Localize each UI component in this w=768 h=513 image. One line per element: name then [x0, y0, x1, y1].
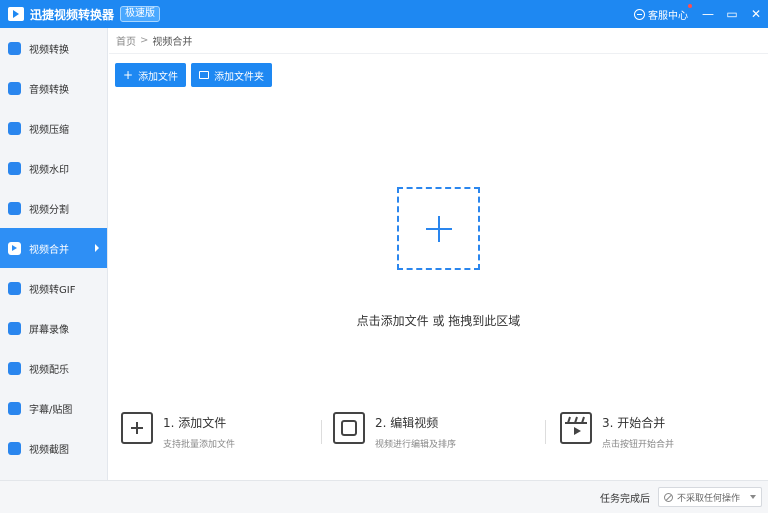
- add-folder-label: 添加文件夹: [214, 71, 265, 83]
- chevron-down-icon: [750, 495, 756, 499]
- gif-icon: [8, 281, 21, 295]
- task-complete-select[interactable]: 不采取任何操作: [658, 487, 762, 507]
- sidebar-item-video-convert[interactable]: 视频转换: [0, 28, 107, 68]
- drop-hint: 点击添加文件 或 拖拽到此区域: [356, 314, 521, 328]
- step-divider: [545, 420, 546, 444]
- step-title: 3. 开始合并: [602, 416, 666, 430]
- sidebar-item-watermark[interactable]: 视频水印: [0, 148, 107, 188]
- toolbar: + 添加文件 添加文件夹: [115, 63, 273, 87]
- sidebar-item-label: 视频压缩: [29, 124, 69, 136]
- sidebar-item-label: 视频合并: [29, 244, 69, 256]
- sidebar-item-split[interactable]: 视频分割: [0, 188, 107, 228]
- audio-convert-icon: [8, 81, 21, 95]
- sidebar-item-label: 字幕/贴图: [29, 404, 73, 416]
- status-bar: 任务完成后 不采取任何操作: [0, 480, 768, 513]
- ban-icon: [664, 492, 673, 502]
- step-desc: 视频进行编辑及排序: [375, 440, 457, 450]
- drop-zone[interactable]: [397, 187, 480, 270]
- plus-icon: [425, 215, 452, 242]
- clapper-icon: [560, 412, 592, 444]
- sidebar-item-label: 视频转GIF: [29, 284, 76, 296]
- service-center-label: 客服中心: [648, 10, 688, 22]
- sidebar-item-label: 音频转换: [29, 84, 69, 96]
- breadcrumb-home[interactable]: 首页: [116, 33, 136, 48]
- sidebar-item-audio-convert[interactable]: 音频转换: [0, 68, 107, 108]
- step-add-file: 1. 添加文件 支持批量添加文件: [121, 408, 235, 450]
- edit-video-icon: [333, 412, 365, 444]
- steps-guide: 1. 添加文件 支持批量添加文件 2. 编辑视频 视频进行编辑及排序 3. 开始…: [109, 408, 768, 458]
- step-start-merge: 3. 开始合并 点击按钮开始合并: [560, 408, 674, 450]
- video-convert-icon: [8, 41, 21, 55]
- step-divider: [321, 420, 322, 444]
- sidebar-item-gif[interactable]: 视频转GIF: [0, 268, 107, 308]
- app-logo-icon: [8, 7, 24, 21]
- plus-icon: +: [123, 68, 134, 82]
- sidebar-item-music[interactable]: 视频配乐: [0, 348, 107, 388]
- main-panel: 首页 > 视频合并 + 添加文件 添加文件夹 点击添加文件 或 拖拽到此区域 1…: [109, 28, 768, 480]
- task-complete-value: 不采取任何操作: [677, 493, 741, 504]
- notification-dot: [688, 3, 692, 8]
- breadcrumb-separator: >: [140, 35, 149, 46]
- screenshot-icon: [8, 441, 21, 455]
- video-compress-icon: [8, 121, 21, 135]
- service-center-button[interactable]: 客服中心: [634, 3, 692, 22]
- screen-record-icon: [8, 321, 21, 335]
- merge-icon: [8, 241, 21, 255]
- edition-badge: 极速版: [120, 6, 161, 22]
- music-icon: [8, 361, 21, 375]
- sidebar-item-label: 视频配乐: [29, 364, 69, 376]
- sidebar-item-merge[interactable]: 视频合并: [0, 228, 107, 268]
- subtitle-icon: [8, 401, 21, 415]
- sidebar: 视频转换 音频转换 视频压缩 视频水印 视频分割 视频合并 视频转GIF 屏幕录…: [0, 28, 108, 480]
- app-title: 迅捷视频转换器: [30, 7, 115, 22]
- sidebar-item-video-compress[interactable]: 视频压缩: [0, 108, 107, 148]
- close-button[interactable]: ✕: [744, 0, 768, 28]
- step-desc: 点击按钮开始合并: [602, 440, 675, 450]
- minimize-button[interactable]: —: [696, 0, 720, 28]
- sidebar-item-screenshot[interactable]: 视频截图: [0, 428, 107, 468]
- step-desc: 支持批量添加文件: [163, 440, 236, 450]
- add-file-icon: [121, 412, 153, 444]
- sidebar-item-label: 屏幕录像: [29, 324, 69, 336]
- add-file-label: 添加文件: [138, 71, 179, 83]
- watermark-icon: [8, 161, 21, 175]
- step-title: 1. 添加文件: [163, 416, 227, 430]
- add-folder-button[interactable]: 添加文件夹: [191, 63, 273, 87]
- sidebar-item-label: 视频截图: [29, 444, 69, 456]
- sidebar-item-label: 视频水印: [29, 164, 69, 176]
- title-bar: 迅捷视频转换器 极速版 客服中心 — ▭ ✕: [0, 0, 768, 28]
- sidebar-item-label: 视频转换: [29, 44, 69, 56]
- split-icon: [8, 201, 21, 215]
- sidebar-item-subtitle[interactable]: 字幕/贴图: [0, 388, 107, 428]
- sidebar-item-label: 视频分割: [29, 204, 69, 216]
- task-complete-label: 任务完成后: [600, 493, 650, 505]
- sidebar-item-screen-record[interactable]: 屏幕录像: [0, 308, 107, 348]
- restore-button[interactable]: ▭: [720, 0, 744, 28]
- breadcrumb-current: 视频合并: [152, 37, 193, 48]
- step-edit-video: 2. 编辑视频 视频进行编辑及排序: [333, 408, 456, 450]
- chat-icon: [634, 8, 645, 20]
- folder-icon: [199, 71, 210, 79]
- breadcrumb: 首页 > 视频合并: [109, 28, 768, 54]
- chevron-right-icon: [95, 244, 99, 252]
- add-file-button[interactable]: + 添加文件: [115, 63, 187, 87]
- step-title: 2. 编辑视频: [375, 416, 439, 430]
